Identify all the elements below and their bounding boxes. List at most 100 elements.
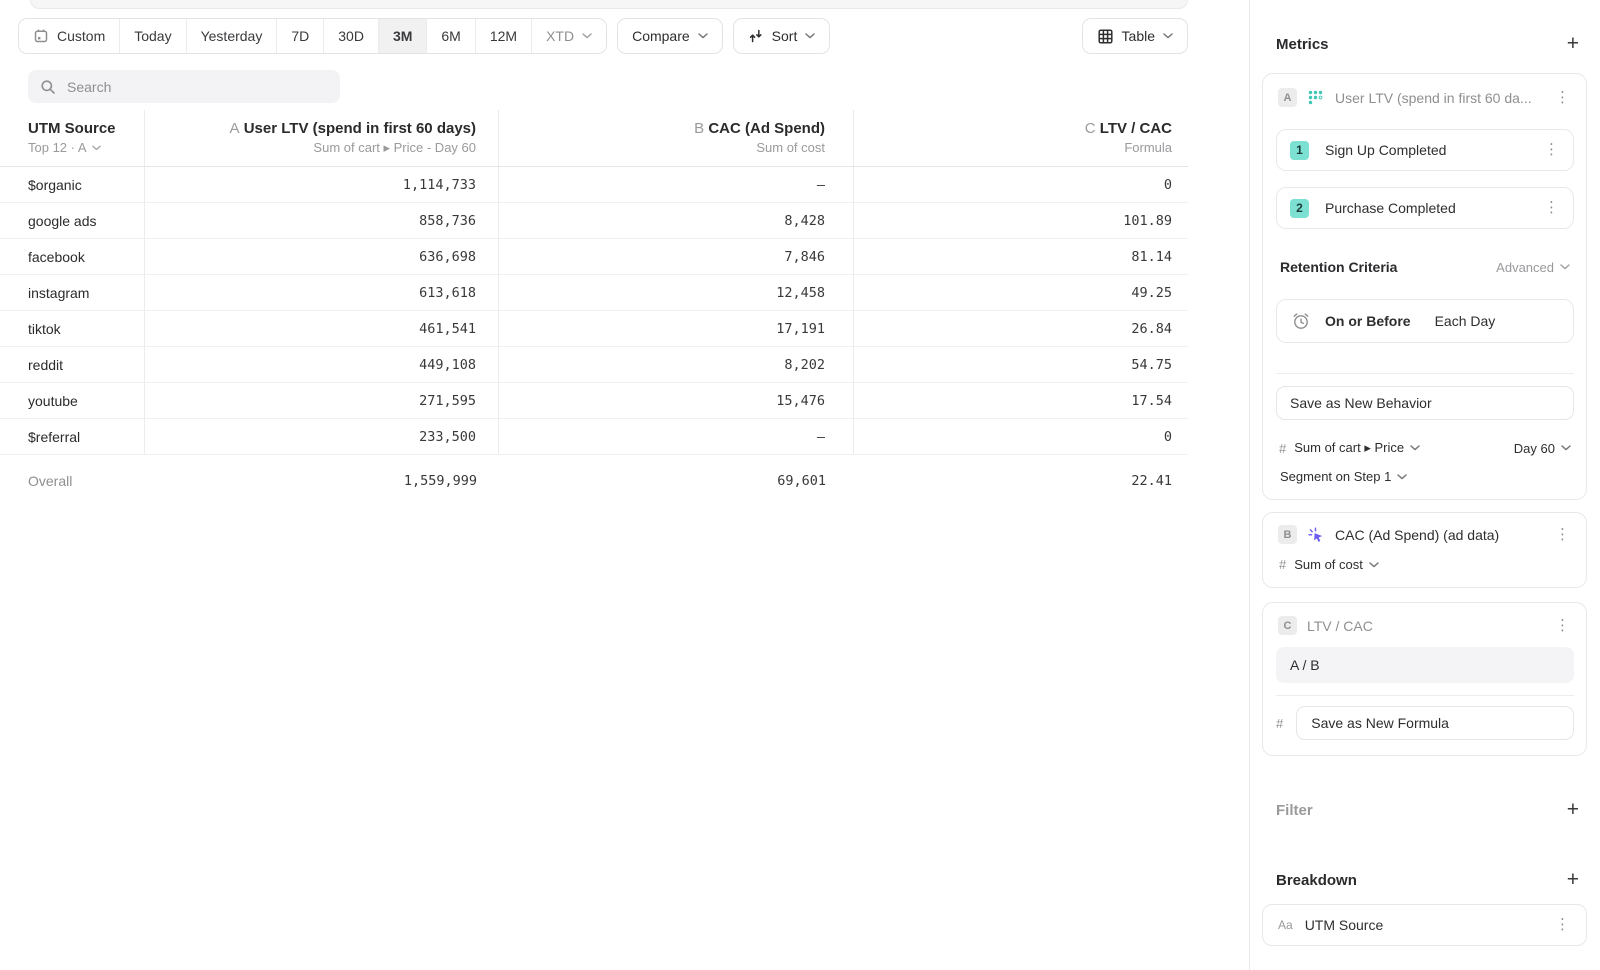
column-subtitle: Sum of cart ▸ Price - Day 60: [313, 139, 476, 157]
chevron-down-icon: [1369, 562, 1379, 568]
view-type-button[interactable]: Table: [1082, 18, 1188, 54]
metric-card-b: B CAC (Ad Spend) (ad data) ⋮ # Sum of co…: [1262, 512, 1587, 588]
cell-ltv: 1,114,733: [145, 167, 499, 202]
date-range-label: Custom: [57, 28, 105, 44]
cell-cac: –: [499, 167, 854, 202]
segment-on-step-dropdown[interactable]: Segment on Step 1: [1280, 469, 1571, 499]
date-range-yesterday[interactable]: Yesterday: [186, 19, 277, 53]
ad-data-icon: [1307, 526, 1325, 544]
cell-ltv: 449,108: [145, 347, 499, 382]
table-row: instagram 613,618 12,458 49.25: [0, 275, 1188, 311]
chevron-down-icon: [1561, 445, 1571, 451]
date-range-xtd[interactable]: XTD: [531, 19, 606, 53]
filter-title: Filter: [1276, 802, 1313, 819]
alarm-clock-icon: [1291, 311, 1311, 331]
metric-letter: A: [230, 120, 240, 137]
date-range-6m[interactable]: 6M: [426, 19, 474, 53]
row-label: instagram: [0, 275, 145, 310]
table-row: facebook 636,698 7,846 81.14: [0, 239, 1188, 275]
column-header-metric-b[interactable]: B CAC (Ad Spend) Sum of cost: [499, 110, 854, 166]
row-label: tiktok: [0, 311, 145, 346]
calendar-icon: [33, 28, 49, 44]
retention-mode-dropdown[interactable]: Advanced: [1496, 260, 1570, 275]
cell-cac: 8,202: [499, 347, 854, 382]
breakdown-item-utm-source[interactable]: Aa UTM Source ⋮: [1262, 904, 1587, 946]
overall-ratio: 22.41: [854, 463, 1188, 499]
row-label: reddit: [0, 347, 145, 382]
divider: [1276, 373, 1574, 374]
number-property-icon: #: [1279, 557, 1286, 572]
kebab-menu-icon[interactable]: ⋮: [1553, 619, 1572, 633]
cell-cac: 12,458: [499, 275, 854, 310]
date-range-12m[interactable]: 12M: [475, 19, 531, 53]
column-subtitle: Formula: [1124, 139, 1172, 157]
query-builder-sidebar: Metrics + A User LTV (spend in first 60 …: [1249, 0, 1600, 970]
chevron-down-icon: [1560, 264, 1570, 270]
metric-a-header[interactable]: A User LTV (spend in first 60 da... ⋮: [1263, 74, 1586, 107]
metric-b-header[interactable]: B CAC (Ad Spend) (ad data) ⋮: [1263, 513, 1586, 544]
search-icon: [40, 79, 56, 95]
metric-c-header[interactable]: C LTV / CAC ⋮: [1263, 603, 1586, 635]
date-range-7d[interactable]: 7D: [276, 19, 323, 53]
table-row: reddit 449,108 8,202 54.75: [0, 347, 1188, 383]
row-label: $organic: [0, 167, 145, 202]
cell-ratio: 17.54: [854, 383, 1188, 418]
funnel-step-1[interactable]: 1 Sign Up Completed ⋮: [1276, 129, 1574, 171]
chevron-down-icon: [92, 145, 101, 151]
overall-ltv: 1,559,999: [145, 463, 499, 499]
formula-input[interactable]: A / B: [1276, 647, 1574, 683]
kebab-menu-icon[interactable]: ⋮: [1553, 91, 1572, 105]
step-number-badge: 2: [1290, 199, 1309, 218]
cell-cac: 15,476: [499, 383, 854, 418]
breakdown-table: UTM Source Top 12 · A A User LTV (spend …: [0, 110, 1188, 499]
kebab-menu-icon[interactable]: ⋮: [1553, 918, 1572, 932]
save-behavior-button[interactable]: Save as New Behavior: [1276, 386, 1574, 420]
date-range-custom[interactable]: Custom: [19, 19, 119, 53]
cell-ltv: 461,541: [145, 311, 499, 346]
date-range-3m-selected[interactable]: 3M: [378, 19, 426, 53]
search-input[interactable]: [65, 78, 328, 96]
add-filter-button plus-icon[interactable]: +: [1567, 801, 1579, 819]
row-dimension-subtitle[interactable]: Top 12 · A: [28, 139, 144, 157]
save-formula-button[interactable]: Save as New Formula: [1296, 706, 1574, 740]
metric-letter-badge: B: [1278, 525, 1297, 544]
retention-window-dropdown[interactable]: Each Day: [1435, 313, 1496, 329]
metric-b-title: CAC (Ad Spend) (ad data): [1335, 527, 1543, 543]
kebab-menu-icon[interactable]: ⋮: [1553, 528, 1572, 542]
row-label: $referral: [0, 419, 145, 454]
date-range-today[interactable]: Today: [119, 19, 185, 53]
cell-cac: 17,191: [499, 311, 854, 346]
overall-cac: 69,601: [499, 463, 854, 499]
breakdown-title: Breakdown: [1276, 872, 1357, 889]
sort-icon: [748, 28, 764, 44]
property-dropdown[interactable]: Sum of cart ▸ Price: [1294, 440, 1420, 456]
table-row: $referral 233,500 – 0: [0, 419, 1188, 455]
funnel-step-2[interactable]: 2 Purchase Completed ⋮: [1276, 187, 1574, 229]
cell-ltv: 858,736: [145, 203, 499, 238]
row-dimension-title: UTM Source: [28, 119, 144, 139]
add-breakdown-button plus-icon[interactable]: +: [1567, 871, 1579, 889]
column-header-metric-a[interactable]: A User LTV (spend in first 60 days) Sum …: [145, 110, 499, 166]
chevron-down-icon: [698, 33, 708, 39]
step-number-badge: 1: [1290, 141, 1309, 160]
day-window-dropdown[interactable]: Day 60: [1514, 441, 1571, 456]
column-header-metric-c[interactable]: C LTV / CAC Formula: [854, 110, 1188, 166]
cell-ratio: 54.75: [854, 347, 1188, 382]
cell-ratio: 81.14: [854, 239, 1188, 274]
compare-button[interactable]: Compare: [617, 18, 723, 54]
search-box[interactable]: [28, 70, 340, 103]
date-range-30d[interactable]: 30D: [323, 19, 378, 53]
add-metric-button plus-icon[interactable]: +: [1567, 35, 1579, 53]
breakdown-item-label: UTM Source: [1305, 917, 1541, 933]
row-label: youtube: [0, 383, 145, 418]
kebab-menu-icon[interactable]: ⋮: [1542, 201, 1561, 215]
sort-button[interactable]: Sort: [733, 18, 831, 54]
retention-condition-dropdown[interactable]: On or Before: [1325, 313, 1411, 329]
metric-b-property-row: # Sum of cost: [1279, 557, 1571, 587]
kebab-menu-icon[interactable]: ⋮: [1542, 143, 1561, 157]
filter-section-header: Filter +: [1262, 800, 1587, 820]
cell-cac: 7,846: [499, 239, 854, 274]
row-label: facebook: [0, 239, 145, 274]
column-header-utm-source[interactable]: UTM Source Top 12 · A: [0, 110, 145, 166]
aggregation-dropdown[interactable]: Sum of cost: [1294, 557, 1379, 572]
